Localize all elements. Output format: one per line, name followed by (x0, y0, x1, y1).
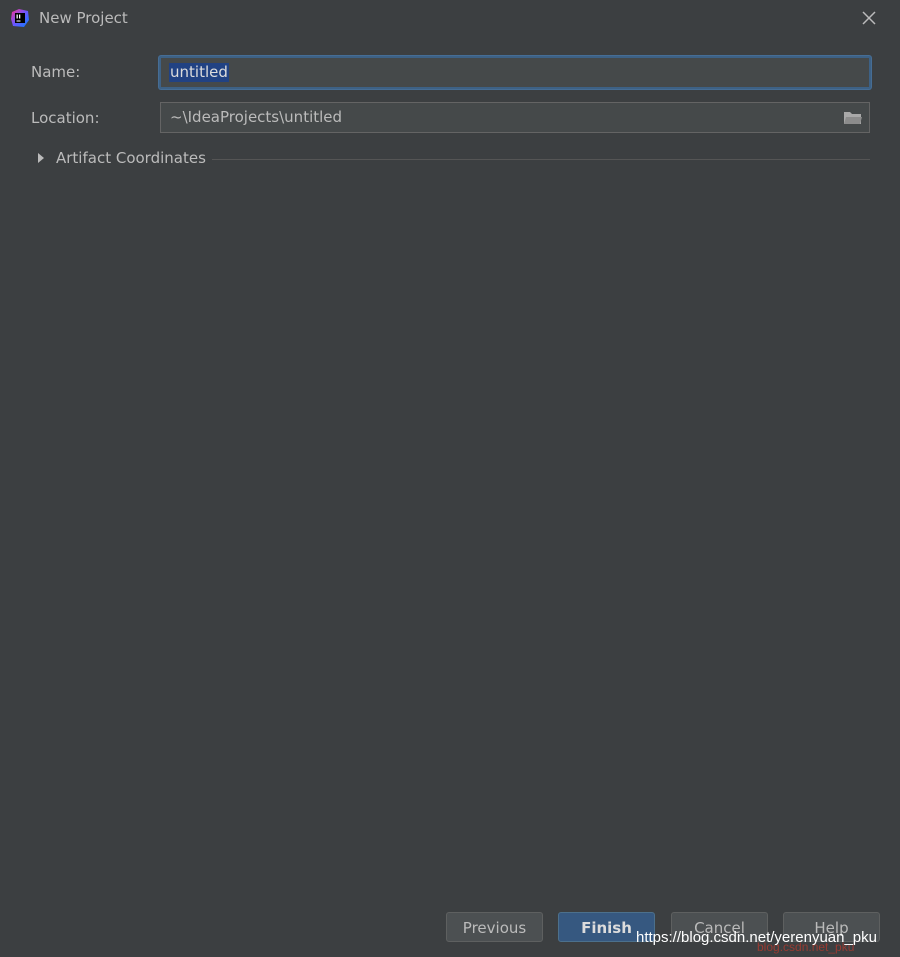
location-input-value[interactable]: ~\IdeaProjects\untitled (170, 108, 342, 126)
intellij-idea-icon (11, 9, 29, 27)
name-input-value[interactable]: untitled (169, 63, 229, 82)
location-label: Location: (31, 109, 100, 127)
triangle-right-icon[interactable] (38, 153, 44, 163)
name-label: Name: (31, 63, 81, 81)
close-icon[interactable] (858, 7, 880, 29)
folder-icon[interactable] (843, 109, 863, 127)
previous-button[interactable]: Previous (446, 912, 543, 942)
watermark-url: https://blog.csdn.net/yerenyuan_pku (636, 929, 877, 946)
name-input[interactable]: untitled (159, 56, 871, 89)
title-bar: New Project (0, 0, 900, 37)
new-project-dialog: New Project Name: untitled Location: ~\I… (0, 0, 900, 957)
artifact-coordinates-label[interactable]: Artifact Coordinates (56, 149, 206, 167)
window-title: New Project (39, 9, 128, 27)
section-divider (212, 159, 870, 160)
location-input[interactable]: ~\IdeaProjects\untitled (160, 102, 870, 133)
artifact-coordinates-toggle[interactable]: Artifact Coordinates (34, 149, 214, 169)
